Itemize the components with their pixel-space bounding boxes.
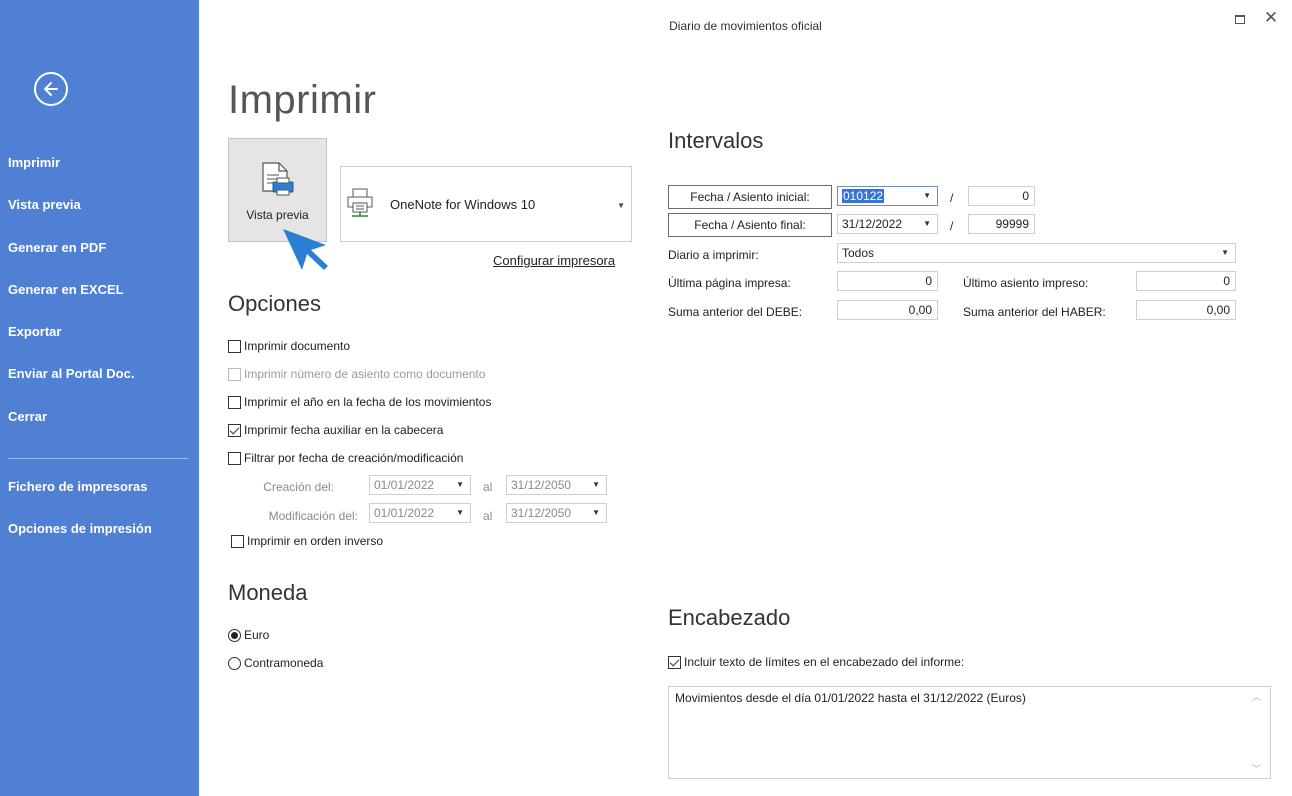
haber-label: Suma anterior del HABER: <box>963 305 1106 319</box>
debe-label: Suma anterior del DEBE: <box>668 305 803 319</box>
al-label: al <box>483 509 493 523</box>
check-label: Filtrar por fecha de creación/modificaci… <box>244 451 464 465</box>
end-entry-input[interactable]: 99999 <box>968 214 1035 234</box>
checkbox[interactable] <box>228 395 241 409</box>
check-numero-asiento: Imprimir número de asiento como document… <box>228 367 485 381</box>
chevron-down-icon: ▼ <box>617 201 625 210</box>
chevron-down-icon: ▼ <box>592 480 600 489</box>
last-page-input[interactable]: 0 <box>837 271 938 291</box>
end-date-button[interactable]: Fecha / Asiento final: <box>668 213 832 237</box>
chevron-down-icon: ▼ <box>456 508 464 517</box>
sidebar-item-vista-previa[interactable]: Vista previa <box>8 197 81 212</box>
sidebar-item-fichero-impresoras[interactable]: Fichero de impresoras <box>8 479 147 494</box>
arrow-left-icon <box>44 82 58 96</box>
check-label: Imprimir número de asiento como document… <box>244 367 486 381</box>
intervals-title: Intervalos <box>668 128 764 153</box>
checkbox[interactable] <box>668 655 681 669</box>
sidebar-item-generar-excel[interactable]: Generar en EXCEL <box>8 282 124 297</box>
last-entry-input[interactable]: 0 <box>1136 271 1236 291</box>
preview-button[interactable]: Vista previa <box>228 138 327 242</box>
radio-label: Contramoneda <box>244 656 324 670</box>
radio-label: Euro <box>244 628 270 642</box>
currency-title: Moneda <box>228 580 308 605</box>
chevron-down-icon: ▼ <box>456 480 464 489</box>
back-button[interactable] <box>34 72 68 106</box>
chevron-down-icon: ▼ <box>923 219 931 228</box>
start-date-value: 010122 <box>842 189 885 203</box>
checkbox <box>228 367 241 381</box>
sidebar-item-opciones-impresion[interactable]: Opciones de impresión <box>8 521 152 536</box>
chevron-down-icon: ▼ <box>923 191 931 200</box>
check-filtrar-fecha[interactable]: Filtrar por fecha de creación/modificaci… <box>228 451 463 465</box>
check-fecha-auxiliar[interactable]: Imprimir fecha auxiliar en la cabecera <box>228 423 443 437</box>
check-incluir-texto[interactable]: Incluir texto de límites en el encabezad… <box>668 655 964 669</box>
check-label: Imprimir documento <box>244 339 351 353</box>
checkbox[interactable] <box>228 339 241 353</box>
check-label: Imprimir el año en la fecha de los movim… <box>244 395 492 409</box>
page-title: Imprimir <box>228 78 377 122</box>
chevron-down-icon: ▼ <box>1221 248 1229 257</box>
end-date-value: 31/12/2022 <box>842 217 903 231</box>
modification-to-value: 31/12/2050 <box>511 506 572 520</box>
check-orden-inverso[interactable]: Imprimir en orden inverso <box>231 534 383 548</box>
checkbox[interactable] <box>231 534 244 548</box>
check-label: Incluir texto de límites en el encabezad… <box>684 655 965 669</box>
scroll-up-icon[interactable]: ︿ <box>1252 690 1261 703</box>
sidebar-item-imprimir[interactable]: Imprimir <box>8 155 60 170</box>
slash: / <box>950 191 954 205</box>
sidebar-divider <box>8 458 188 459</box>
print-preview-icon <box>262 162 294 196</box>
checkbox[interactable] <box>228 423 241 437</box>
close-icon[interactable]: ✕ <box>1263 9 1279 26</box>
check-ano-fecha[interactable]: Imprimir el año en la fecha de los movim… <box>228 395 491 409</box>
slash: / <box>950 219 954 233</box>
sidebar-item-cerrar[interactable]: Cerrar <box>8 409 47 424</box>
al-label: al <box>483 480 493 494</box>
configure-printer-link[interactable]: Configurar impresora <box>493 253 615 268</box>
printer-icon <box>347 188 373 217</box>
sidebar-item-enviar-portal[interactable]: Enviar al Portal Doc. <box>8 366 134 381</box>
modification-label: Modificación del: <box>268 509 358 523</box>
sidebar-item-exportar[interactable]: Exportar <box>8 324 61 339</box>
radio-button[interactable] <box>228 628 241 642</box>
start-date-select[interactable]: 010122 ▼ <box>837 186 938 206</box>
options-title: Opciones <box>228 291 321 316</box>
modification-from-value: 01/01/2022 <box>374 506 435 520</box>
printer-select[interactable]: OneNote for Windows 10 ▼ <box>340 166 632 242</box>
debe-input[interactable]: 0,00 <box>837 300 938 320</box>
chevron-down-icon: ▼ <box>592 508 600 517</box>
end-date-select[interactable]: 31/12/2022 ▼ <box>837 214 938 234</box>
preview-button-label: Vista previa <box>246 208 309 222</box>
journal-label: Diario a imprimir: <box>668 248 759 262</box>
sidebar-item-generar-pdf[interactable]: Generar en PDF <box>8 240 106 255</box>
creation-from-value: 01/01/2022 <box>374 478 435 492</box>
header-title: Encabezado <box>668 605 791 630</box>
last-page-label: Última página impresa: <box>668 276 791 290</box>
modification-to-select: 31/12/2050 ▼ <box>506 503 607 523</box>
printer-name: OneNote for Windows 10 <box>390 197 536 212</box>
creation-to-value: 31/12/2050 <box>511 478 572 492</box>
window-title: Diario de movimientos oficial <box>669 19 822 33</box>
start-entry-input[interactable]: 0 <box>968 186 1035 206</box>
start-date-button[interactable]: Fecha / Asiento inicial: <box>668 185 832 209</box>
haber-input[interactable]: 0,00 <box>1136 300 1236 320</box>
creation-from-select: 01/01/2022 ▼ <box>369 475 471 495</box>
modification-from-select: 01/01/2022 ▼ <box>369 503 471 523</box>
check-label: Imprimir en orden inverso <box>247 534 384 548</box>
creation-to-select: 31/12/2050 ▼ <box>506 475 607 495</box>
radio-contramoneda[interactable]: Contramoneda <box>228 656 323 670</box>
sidebar: Imprimir Vista previa Generar en PDF Gen… <box>0 0 199 796</box>
last-entry-label: Último asiento impreso: <box>963 276 1089 290</box>
checkbox[interactable] <box>228 451 241 465</box>
header-textarea[interactable]: Movimientos desde el día 01/01/2022 hast… <box>668 686 1271 779</box>
check-imprimir-documento[interactable]: Imprimir documento <box>228 339 350 353</box>
radio-euro[interactable]: Euro <box>228 628 269 642</box>
radio-button[interactable] <box>228 656 241 670</box>
journal-value: Todos <box>842 246 875 260</box>
maximize-icon[interactable] <box>1233 12 1245 24</box>
journal-select[interactable]: Todos ▼ <box>837 243 1236 263</box>
creation-label: Creación del: <box>263 480 334 494</box>
scroll-down-icon[interactable]: ﹀ <box>1252 762 1261 775</box>
check-label: Imprimir fecha auxiliar en la cabecera <box>244 423 444 437</box>
